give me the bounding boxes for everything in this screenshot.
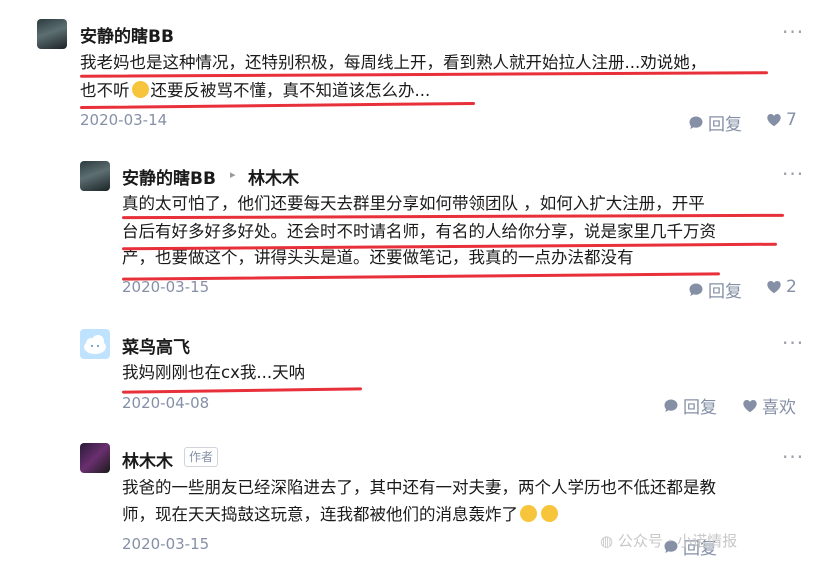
comment-text-line: 台后有好多好多好处。还会时不时请名师，有名的人给你分享，说是家里几千万资: [122, 222, 716, 241]
more-options-icon[interactable]: ···: [782, 445, 804, 469]
red-underline: [121, 272, 721, 281]
like-count: 2: [786, 277, 797, 297]
comment-text-line-2: 也不听 还要反被骂不懂，真不知道该怎么办...: [80, 77, 430, 105]
flushed-face-emoji-icon: [520, 505, 537, 522]
author-name[interactable]: 安静的瞎BB: [122, 164, 216, 189]
comment-date: 2020-03-15: [122, 535, 210, 553]
comment-text-part: 师，现在天天捣鼓这玩意，连我都被他们的消息轰炸了: [122, 505, 518, 524]
reply-label: 回复: [708, 115, 742, 135]
flushed-face-emoji-icon: [541, 505, 558, 522]
comment-date: 2020-04-08: [122, 394, 210, 412]
comment-bubble-icon: [689, 283, 703, 296]
cloud-avatar-icon: [84, 335, 106, 354]
reply-button[interactable]: 回复: [663, 393, 717, 418]
comment-text-part: 也不听: [80, 81, 130, 100]
avatar[interactable]: [80, 329, 110, 359]
more-options-icon[interactable]: ···: [782, 162, 804, 186]
avatar[interactable]: [80, 443, 110, 473]
reply-button[interactable]: 回复: [688, 277, 742, 302]
upside-down-face-emoji-icon: [131, 81, 149, 98]
reply-label: 回复: [683, 398, 717, 418]
heart-icon: [743, 399, 757, 412]
comment-text-line: 我爸的一些朋友已经深陷进去了，其中还有一对夫妻，两个人学历也不低还都是教: [122, 478, 716, 497]
author-name[interactable]: 菜鸟高飞: [122, 333, 190, 358]
comment-date: 2020-03-15: [122, 278, 210, 296]
comment-text-part: 还要反被骂不懂，真不知道该怎么办...: [150, 81, 431, 100]
comment-date: 2020-03-14: [80, 111, 168, 129]
author-name[interactable]: 林木木: [122, 447, 173, 472]
red-underline: [121, 387, 363, 394]
more-options-icon[interactable]: ···: [782, 331, 804, 355]
avatar[interactable]: [80, 161, 110, 191]
avatar[interactable]: [37, 19, 67, 49]
author-badge: 作者: [184, 447, 219, 467]
like-count: 7: [786, 110, 797, 130]
reply-button[interactable]: 回复: [688, 110, 742, 135]
like-button[interactable]: 7: [766, 110, 797, 130]
author-name[interactable]: 安静的瞎BB: [80, 22, 174, 47]
like-button[interactable]: 2: [766, 277, 797, 297]
heart-icon: [767, 114, 781, 127]
comment-bubble-icon: [664, 399, 678, 412]
wechat-logo-icon: ◍: [600, 532, 614, 550]
reply-arrow-icon: ▸: [230, 168, 236, 181]
more-options-icon[interactable]: ···: [782, 20, 804, 44]
watermark: ◍ 公众号 · 小诺情报: [600, 530, 737, 551]
reply-to-name[interactable]: 林木木: [248, 164, 299, 189]
heart-icon: [767, 281, 781, 294]
like-label: 喜欢: [762, 398, 796, 418]
comment-text-line: 我妈刚刚也在cx我...天呐: [122, 363, 306, 382]
watermark-text: 公众号 · 小诺情报: [617, 532, 738, 550]
reply-label: 回复: [708, 282, 742, 302]
comment-text-line-2: 师，现在天天捣鼓这玩意，连我都被他们的消息轰炸了: [122, 501, 560, 529]
like-button[interactable]: 喜欢: [742, 393, 796, 418]
comment-bubble-icon: [689, 116, 703, 129]
